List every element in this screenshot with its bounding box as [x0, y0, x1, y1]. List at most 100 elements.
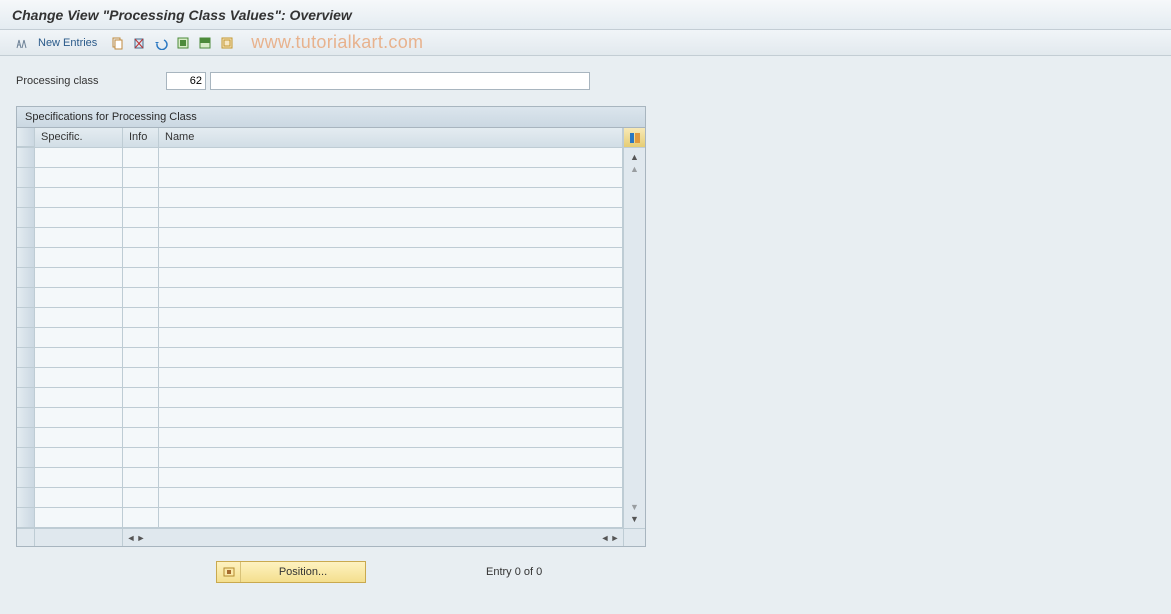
table-row[interactable] [17, 188, 623, 208]
table-row[interactable] [17, 308, 623, 328]
cell-name[interactable] [159, 368, 623, 388]
table-row[interactable] [17, 408, 623, 428]
cell-specific[interactable] [35, 148, 123, 168]
row-handle[interactable] [17, 208, 35, 228]
table-row[interactable] [17, 248, 623, 268]
cell-name[interactable] [159, 348, 623, 368]
cell-info[interactable] [123, 388, 159, 408]
cell-info[interactable] [123, 488, 159, 508]
cell-info[interactable] [123, 248, 159, 268]
undo-icon[interactable] [151, 34, 171, 52]
table-row[interactable] [17, 348, 623, 368]
row-handle[interactable] [17, 428, 35, 448]
scroll-up-icon[interactable]: ▲ [628, 151, 642, 163]
select-all-icon[interactable] [173, 34, 193, 52]
row-handle[interactable] [17, 248, 35, 268]
cell-name[interactable] [159, 188, 623, 208]
copy-icon[interactable] [107, 34, 127, 52]
scroll-right-icon[interactable]: ► [609, 533, 621, 543]
cell-name[interactable] [159, 488, 623, 508]
cell-specific[interactable] [35, 248, 123, 268]
cell-name[interactable] [159, 328, 623, 348]
cell-info[interactable] [123, 228, 159, 248]
row-handle[interactable] [17, 408, 35, 428]
cell-name[interactable] [159, 168, 623, 188]
new-entries-button[interactable]: New Entries [34, 37, 105, 49]
col-header-info[interactable]: Info [123, 128, 159, 147]
cell-name[interactable] [159, 448, 623, 468]
processing-class-input[interactable] [166, 72, 206, 90]
row-handle[interactable] [17, 308, 35, 328]
cell-name[interactable] [159, 208, 623, 228]
cell-specific[interactable] [35, 308, 123, 328]
table-row[interactable] [17, 448, 623, 468]
cell-info[interactable] [123, 408, 159, 428]
scroll-left-step-icon[interactable]: ► [135, 533, 147, 543]
toggle-icon[interactable] [12, 34, 32, 52]
table-settings-button[interactable] [623, 128, 645, 147]
table-row[interactable] [17, 468, 623, 488]
cell-specific[interactable] [35, 368, 123, 388]
row-handle[interactable] [17, 488, 35, 508]
row-handle[interactable] [17, 368, 35, 388]
row-handle[interactable] [17, 168, 35, 188]
cell-info[interactable] [123, 148, 159, 168]
position-button[interactable]: Position... [216, 561, 366, 583]
vertical-scrollbar[interactable]: ▲ ▲ ▼ ▼ [623, 148, 645, 528]
cell-name[interactable] [159, 428, 623, 448]
row-handle[interactable] [17, 148, 35, 168]
cell-specific[interactable] [35, 408, 123, 428]
cell-name[interactable] [159, 468, 623, 488]
row-handle[interactable] [17, 348, 35, 368]
cell-info[interactable] [123, 448, 159, 468]
cell-info[interactable] [123, 508, 159, 528]
cell-info[interactable] [123, 428, 159, 448]
cell-specific[interactable] [35, 388, 123, 408]
cell-specific[interactable] [35, 428, 123, 448]
row-handle[interactable] [17, 288, 35, 308]
row-handle[interactable] [17, 388, 35, 408]
cell-name[interactable] [159, 408, 623, 428]
table-row[interactable] [17, 168, 623, 188]
cell-name[interactable] [159, 308, 623, 328]
scroll-up-page-icon[interactable]: ▲ [628, 163, 642, 175]
row-handle[interactable] [17, 228, 35, 248]
select-block-icon[interactable] [195, 34, 215, 52]
table-row[interactable] [17, 428, 623, 448]
table-row[interactable] [17, 488, 623, 508]
processing-class-desc-input[interactable] [210, 72, 590, 90]
cell-info[interactable] [123, 308, 159, 328]
cell-specific[interactable] [35, 268, 123, 288]
table-row[interactable] [17, 328, 623, 348]
cell-specific[interactable] [35, 348, 123, 368]
table-row[interactable] [17, 148, 623, 168]
table-row[interactable] [17, 208, 623, 228]
cell-name[interactable] [159, 248, 623, 268]
cell-info[interactable] [123, 168, 159, 188]
cell-name[interactable] [159, 288, 623, 308]
cell-info[interactable] [123, 188, 159, 208]
table-row[interactable] [17, 268, 623, 288]
row-handle-header[interactable] [17, 128, 35, 147]
cell-specific[interactable] [35, 208, 123, 228]
cell-specific[interactable] [35, 228, 123, 248]
scroll-down-page-icon[interactable]: ▼ [628, 501, 642, 513]
cell-info[interactable] [123, 268, 159, 288]
table-row[interactable] [17, 288, 623, 308]
cell-name[interactable] [159, 228, 623, 248]
col-header-specific[interactable]: Specific. [35, 128, 123, 147]
cell-name[interactable] [159, 148, 623, 168]
row-handle[interactable] [17, 268, 35, 288]
cell-specific[interactable] [35, 288, 123, 308]
row-handle[interactable] [17, 448, 35, 468]
deselect-all-icon[interactable] [217, 34, 237, 52]
row-handle[interactable] [17, 508, 35, 528]
cell-info[interactable] [123, 288, 159, 308]
cell-specific[interactable] [35, 508, 123, 528]
scroll-down-icon[interactable]: ▼ [628, 513, 642, 525]
cell-info[interactable] [123, 208, 159, 228]
row-handle[interactable] [17, 328, 35, 348]
cell-specific[interactable] [35, 468, 123, 488]
cell-info[interactable] [123, 348, 159, 368]
col-header-name[interactable]: Name [159, 128, 623, 147]
